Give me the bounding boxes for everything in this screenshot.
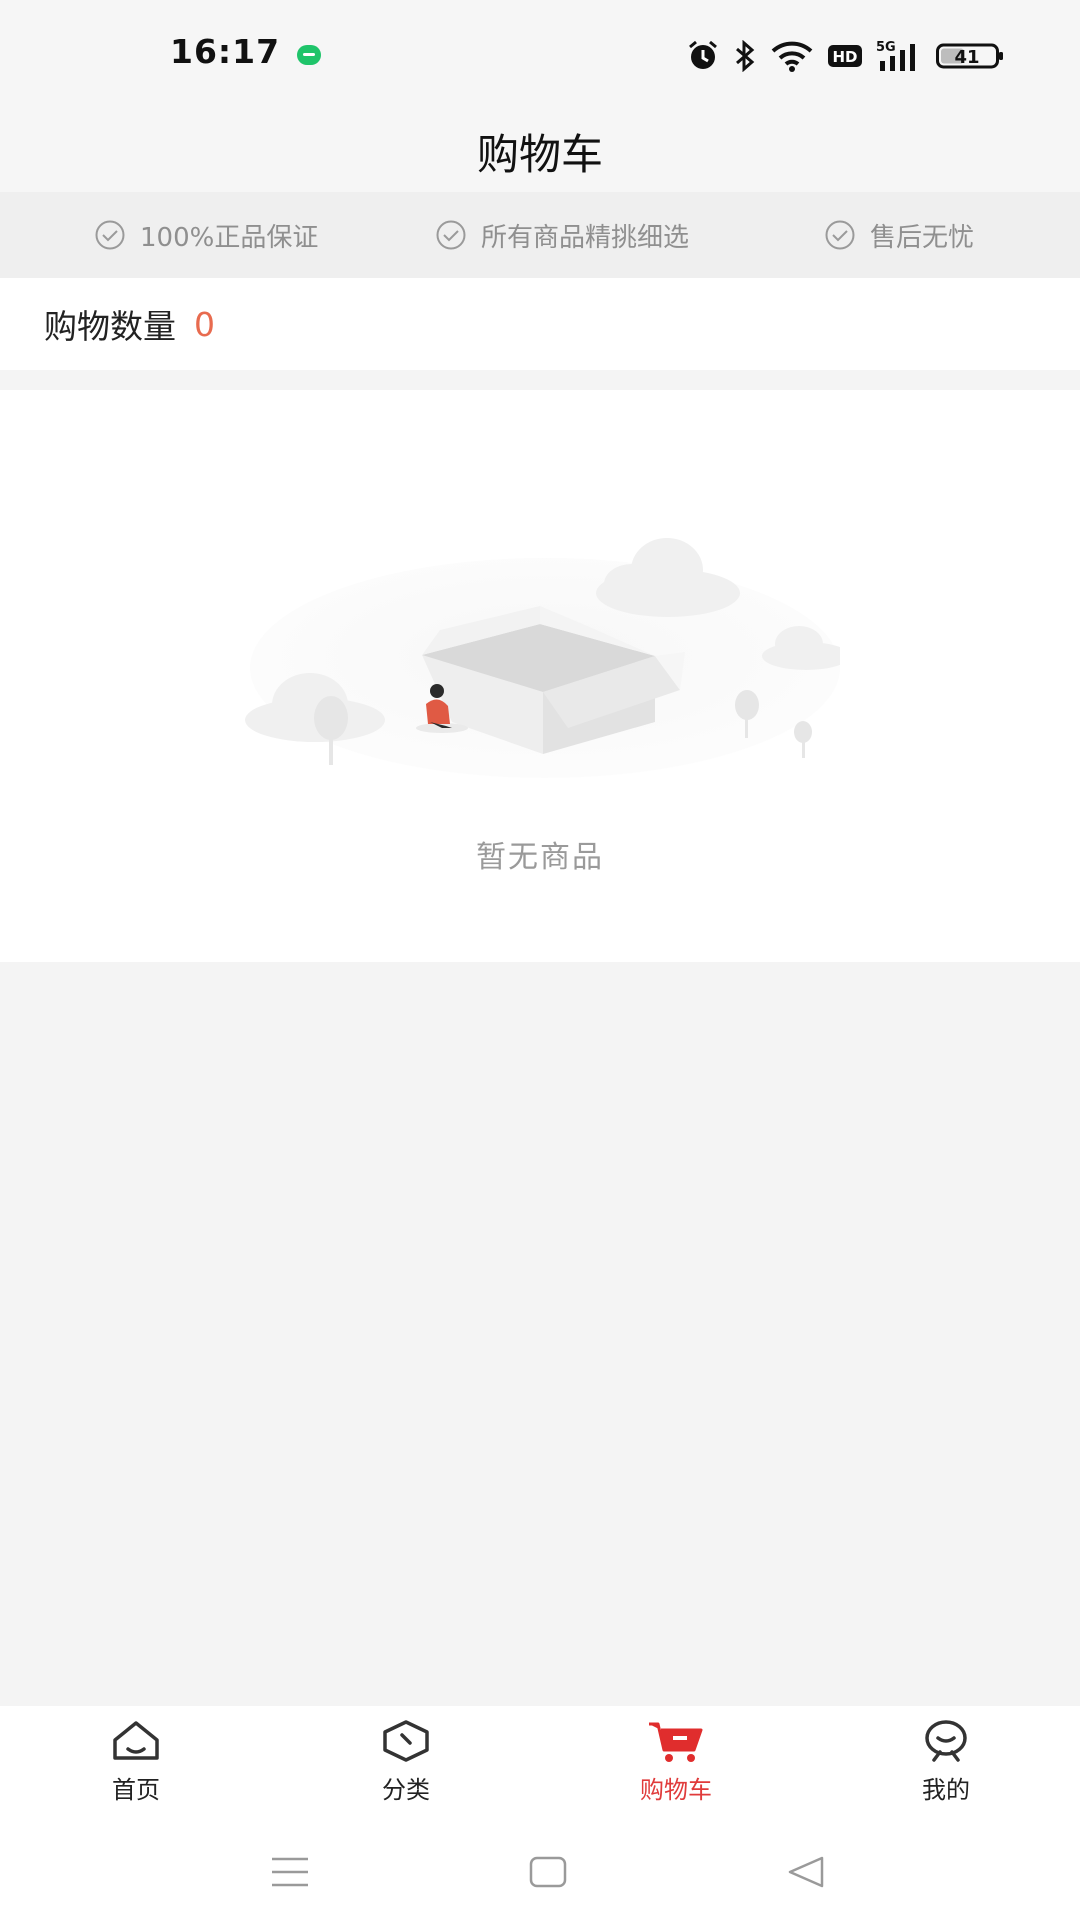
tab-profile[interactable]: 我的 bbox=[876, 1718, 1016, 1818]
wifi-icon bbox=[770, 40, 814, 72]
tab-cart[interactable]: 购物车 bbox=[606, 1718, 746, 1818]
back-triangle-icon bbox=[788, 1856, 824, 1888]
empty-box-illustration bbox=[245, 538, 840, 778]
cart-count-value: 0 bbox=[194, 304, 215, 344]
profile-icon bbox=[925, 1720, 967, 1762]
menu-button[interactable] bbox=[260, 1850, 320, 1894]
check-circle-icon bbox=[436, 220, 466, 250]
guarantee-label: 100%正品保证 bbox=[140, 222, 319, 253]
tab-profile-label: 我的 bbox=[922, 1776, 970, 1804]
battery-icon: 41 bbox=[936, 42, 1004, 70]
guarantee-item-selected: 所有商品精挑细选 bbox=[435, 192, 689, 278]
home-button[interactable] bbox=[518, 1850, 578, 1894]
tab-cart-label: 购物车 bbox=[640, 1776, 712, 1804]
signal-icon: 5G bbox=[876, 39, 922, 73]
category-icon bbox=[383, 1720, 429, 1762]
empty-cart-text: 暂无商品 bbox=[476, 840, 604, 875]
check-circle-icon bbox=[825, 220, 855, 250]
page-title: 购物车 bbox=[476, 129, 603, 179]
guarantee-item-aftersale: 售后无忧 bbox=[824, 192, 974, 278]
tab-home[interactable]: 首页 bbox=[66, 1718, 206, 1818]
alarm-icon bbox=[686, 39, 720, 73]
hd-icon: HD bbox=[828, 43, 862, 69]
guarantee-strip: 100%正品保证 所有商品精挑细选 售后无忧 bbox=[0, 192, 1080, 278]
home-icon bbox=[113, 1721, 159, 1760]
cart-count-row: 购物数量 0 bbox=[0, 278, 1080, 370]
cart-icon bbox=[649, 1722, 703, 1762]
tab-home-label: 首页 bbox=[112, 1776, 160, 1804]
page-header: 购物车 bbox=[0, 110, 1080, 192]
tab-category[interactable]: 分类 bbox=[336, 1718, 476, 1818]
status-time: 16:17 bbox=[170, 32, 281, 71]
check-circle-icon bbox=[95, 220, 125, 250]
system-navigation-bar bbox=[0, 1826, 1080, 1920]
tab-category-label: 分类 bbox=[382, 1776, 430, 1804]
cart-count-label: 购物数量 bbox=[44, 307, 176, 346]
guarantee-label: 所有商品精挑细选 bbox=[481, 222, 690, 253]
menu-icon bbox=[272, 1857, 308, 1887]
status-bar: 16:17 HD 5G 41 bbox=[0, 0, 1080, 110]
home-square-icon bbox=[529, 1856, 567, 1888]
system-icons: HD 5G 41 bbox=[686, 36, 1004, 76]
bluetooth-icon bbox=[734, 40, 756, 72]
guarantee-label: 售后无忧 bbox=[870, 222, 975, 253]
bottom-tab-bar: 首页 分类 购物车 我的 bbox=[0, 1706, 1080, 1826]
empty-cart-panel: 暂无商品 bbox=[0, 390, 1080, 962]
back-button[interactable] bbox=[776, 1850, 836, 1894]
message-notification-icon bbox=[297, 45, 321, 65]
guarantee-item-authentic: 100%正品保证 bbox=[94, 192, 318, 278]
network-label: 5G bbox=[876, 40, 896, 55]
battery-level: 41 bbox=[954, 47, 979, 68]
hd-label: HD bbox=[832, 48, 857, 66]
